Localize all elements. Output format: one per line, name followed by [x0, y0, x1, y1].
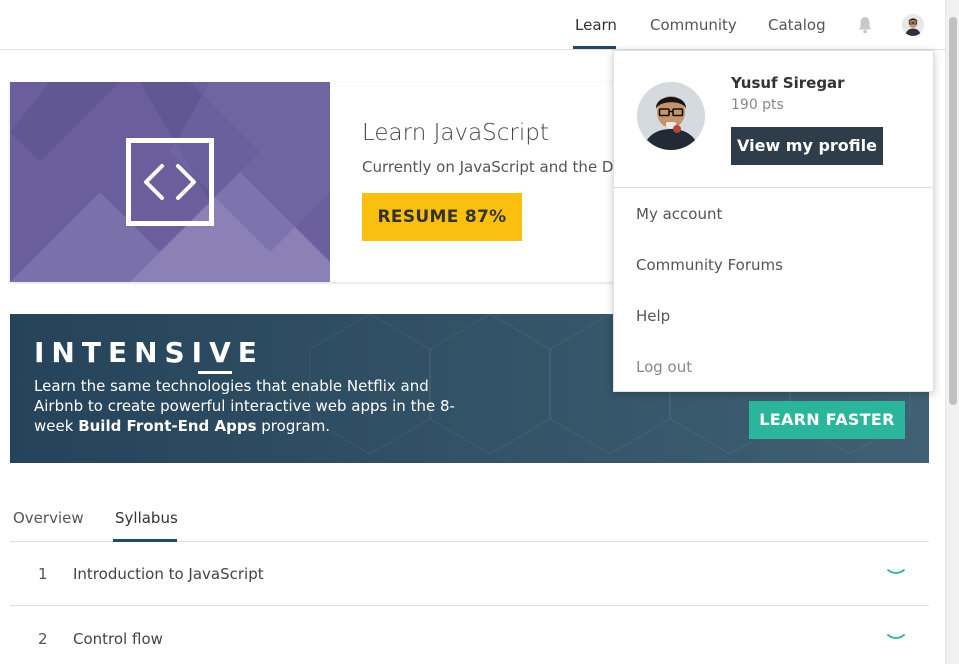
- page-scrollbar[interactable]: [945, 0, 959, 664]
- title-accent-bar: [198, 371, 232, 374]
- chevron-down-icon[interactable]: [887, 568, 905, 578]
- menu-item-help[interactable]: Help: [636, 307, 670, 325]
- syllabus-number: 2: [38, 630, 48, 648]
- user-menu-dropdown: Yusuf Siregar 190 pts View my profile My…: [613, 50, 934, 392]
- menu-item-my-account[interactable]: My account: [636, 205, 722, 223]
- user-avatar[interactable]: [902, 14, 924, 36]
- top-nav: Learn Community Catalog: [0, 0, 945, 50]
- scrollbar-thumb[interactable]: [949, 17, 957, 405]
- tab-syllabus[interactable]: Syllabus: [115, 509, 178, 527]
- bell-icon[interactable]: [857, 16, 873, 34]
- intensive-title: INTENSIVE: [34, 336, 264, 369]
- course-title: Learn JavaScript: [362, 120, 549, 146]
- code-brackets-icon: [126, 138, 214, 226]
- resume-button[interactable]: RESUME 87%: [362, 193, 522, 241]
- syllabus-number: 1: [38, 565, 48, 583]
- chevron-down-icon[interactable]: [887, 633, 905, 643]
- nav-catalog[interactable]: Catalog: [768, 16, 826, 34]
- menu-item-log-out[interactable]: Log out: [636, 358, 692, 376]
- course-current-lesson: Currently on JavaScript and the DOM: [362, 158, 639, 176]
- profile-avatar: [637, 82, 705, 150]
- tab-overview[interactable]: Overview: [13, 509, 84, 527]
- nav-learn[interactable]: Learn: [575, 16, 617, 34]
- profile-name: Yusuf Siregar: [731, 74, 845, 92]
- dropdown-divider: [614, 187, 933, 188]
- syllabus-row[interactable]: 2 Control flow: [10, 607, 929, 664]
- intensive-text-end: program.: [256, 417, 331, 435]
- syllabus-title: Introduction to JavaScript: [73, 565, 264, 583]
- syllabus-title: Control flow: [73, 630, 163, 648]
- course-artwork: [10, 82, 330, 282]
- view-profile-button[interactable]: View my profile: [731, 127, 883, 165]
- nav-community[interactable]: Community: [650, 16, 737, 34]
- profile-points: 190 pts: [731, 97, 784, 113]
- intensive-program-name: Build Front-End Apps: [78, 417, 257, 435]
- nav-active-underline: [573, 46, 616, 49]
- course-tabs: Overview Syllabus: [10, 500, 929, 542]
- menu-item-community-forums[interactable]: Community Forums: [636, 256, 783, 274]
- syllabus-row[interactable]: 1 Introduction to JavaScript: [10, 542, 929, 606]
- learn-faster-button[interactable]: LEARN FASTER: [749, 401, 905, 439]
- intensive-description: Learn the same technologies that enable …: [34, 376, 474, 436]
